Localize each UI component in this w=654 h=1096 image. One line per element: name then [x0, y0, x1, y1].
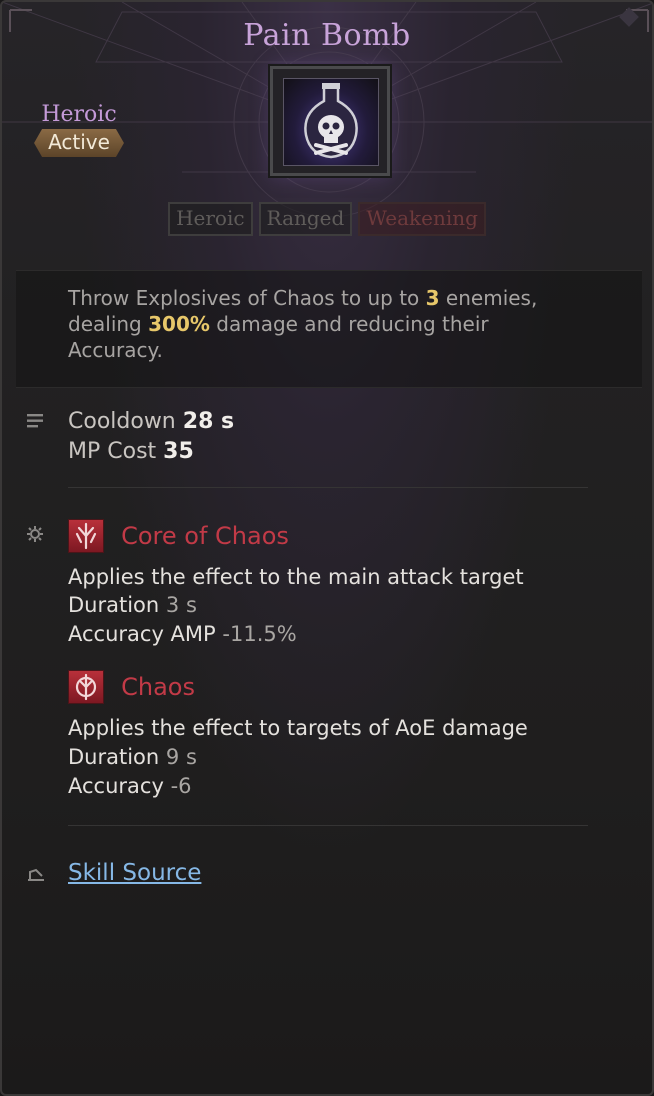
effect-desc: Applies the effect to the main attack ta… — [68, 565, 524, 589]
duration-value: 3 s — [165, 593, 197, 617]
tag-list: Heroic Ranged Weakening — [2, 202, 652, 236]
list-icon — [26, 412, 44, 430]
type-badge: Active — [34, 129, 124, 157]
tag-ranged: Ranged — [258, 202, 353, 236]
duration-label: Duration — [68, 745, 160, 769]
tag-weakening: Weakening — [358, 202, 486, 236]
skill-title: Pain Bomb — [243, 18, 411, 53]
skill-source-link[interactable]: Skill Source — [68, 860, 201, 886]
skull-potion-icon — [283, 78, 379, 166]
chaos-core-icon — [68, 519, 104, 553]
effect-stat: Accuracy -6 — [68, 774, 192, 798]
mp-cost-line: MP Cost 35 — [68, 439, 194, 464]
skill-tooltip-panel: Pain Bomb Heroic Active Heroic Ranged We… — [0, 0, 654, 1096]
grade-label: Heroic — [41, 102, 117, 127]
desc-target-count: 3 — [425, 286, 440, 310]
description-box: Throw Explosives of Chaos to up to 3 ene… — [16, 270, 642, 388]
stat-label: Accuracy AMP — [68, 622, 216, 646]
cooldown-value: 28 s — [182, 409, 235, 434]
effect-chaos: Chaos — [68, 670, 195, 708]
stat-value: -6 — [170, 774, 192, 798]
gear-icon — [26, 525, 44, 543]
divider — [68, 825, 588, 826]
duration-label: Duration — [68, 593, 160, 617]
effect-stat: Accuracy AMP -11.5% — [68, 622, 297, 646]
cooldown-line: Cooldown 28 s — [68, 409, 234, 434]
effect-duration: Duration 9 s — [68, 745, 197, 769]
desc-damage-value: 300% — [148, 312, 210, 336]
effect-desc: Applies the effect to targets of AoE dam… — [68, 716, 528, 740]
mp-cost-label: MP Cost — [68, 439, 157, 464]
skill-icon-frame — [270, 66, 390, 176]
skill-description: Throw Explosives of Chaos to up to 3 ene… — [68, 285, 538, 363]
stat-label: Accuracy — [68, 774, 164, 798]
effect-name: Chaos — [121, 673, 195, 701]
effect-core-of-chaos: Core of Chaos — [68, 519, 289, 557]
stat-value: -11.5% — [222, 622, 297, 646]
effect-name: Core of Chaos — [121, 522, 289, 550]
tag-heroic: Heroic — [168, 202, 253, 236]
book-icon — [26, 866, 44, 884]
cooldown-label: Cooldown — [68, 409, 176, 434]
grade-block: Heroic Active — [24, 102, 134, 157]
desc-text-1: Throw Explosives of Chaos to up to — [68, 286, 426, 310]
effect-duration: Duration 3 s — [68, 593, 197, 617]
chaos-icon — [68, 670, 104, 704]
mp-cost-value: 35 — [163, 439, 194, 464]
divider — [68, 487, 588, 488]
duration-value: 9 s — [165, 745, 197, 769]
